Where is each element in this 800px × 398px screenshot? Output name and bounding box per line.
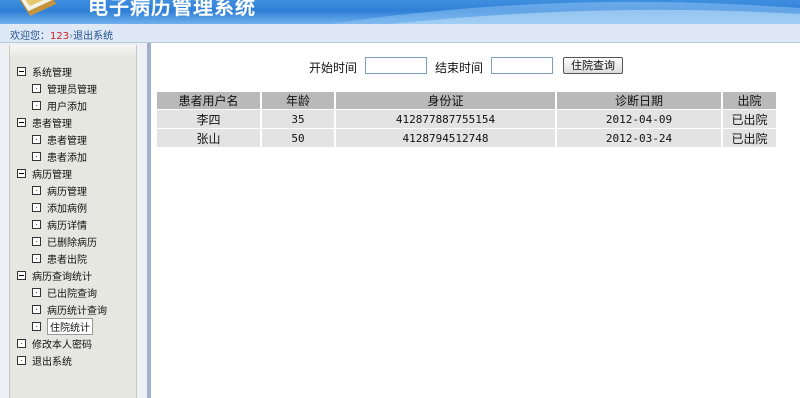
menu-item-label: 病历查询统计 <box>32 271 92 283</box>
leaf-icon <box>32 202 41 212</box>
sidebar-menu: 系统管理 管理员管理 用户添加 患者管理 患者管理 患者添加 病历管理 病历管理 添加病例 病历详… <box>9 45 137 398</box>
column-header-diagnosis-date: 诊断日期 <box>557 92 721 109</box>
logout-link[interactable]: 退出系统 <box>73 31 113 42</box>
cell-patient-name: 张山 <box>157 129 260 147</box>
menu-item[interactable]: 已出院查询 <box>32 284 97 300</box>
column-header-id-card: 身份证 <box>336 92 555 109</box>
collapse-icon[interactable] <box>17 117 26 127</box>
menu-item[interactable]: 患者出院 <box>32 250 87 266</box>
cell-diagnosis-date: 2012-04-09 <box>557 110 721 128</box>
leaf-icon <box>32 253 41 263</box>
pane-divider[interactable] <box>147 43 151 398</box>
menu-item-label: 患者出院 <box>47 254 87 266</box>
header-decoration <box>330 1 800 24</box>
menu-item-label: 病历管理 <box>47 186 87 198</box>
cell-diagnosis-date: 2012-03-24 <box>557 129 721 147</box>
leaf-icon <box>17 355 26 365</box>
menu-item-label: 病历统计查询 <box>47 305 107 317</box>
leaf-icon <box>32 304 41 314</box>
cell-age: 35 <box>262 110 334 128</box>
menu-item-label: 病历管理 <box>32 169 72 181</box>
sidebar: 系统管理 管理员管理 用户添加 患者管理 患者管理 患者添加 病历管理 病历管理 添加病例 病历详… <box>0 43 147 398</box>
menu-item[interactable]: 系统管理 <box>17 63 72 79</box>
menu-item[interactable]: 添加病例 <box>32 199 87 215</box>
cell-id-card: 412877887755154 <box>336 110 555 128</box>
menu-item-label: 患者添加 <box>47 152 87 164</box>
menu-item[interactable]: 病历统计查询 <box>32 301 107 317</box>
app-header: 电子病历管理系统 <box>0 0 800 24</box>
table-header-row: 患者用户名 年龄 身份证 诊断日期 出院 <box>157 92 776 109</box>
column-header-discharge: 出院 <box>723 92 776 109</box>
end-time-label: 结束时间 <box>435 61 484 75</box>
menu-item[interactable]: 用户添加 <box>32 97 87 113</box>
menu-top-strip <box>10 45 136 57</box>
menu-item[interactable]: 病历管理 <box>32 182 87 198</box>
menu-item-label: 患者管理 <box>32 118 72 130</box>
leaf-icon <box>32 83 41 93</box>
menu-item-label: 病历详情 <box>47 220 87 232</box>
menu-item-label: 管理员管理 <box>47 84 97 96</box>
menu-item[interactable]: 患者管理 <box>32 131 87 147</box>
table-row: 张山 50 4128794512748 2012-03-24 已出院 <box>157 129 776 147</box>
menu-item[interactable]: 修改本人密码 <box>17 335 92 351</box>
menu-item[interactable]: 患者管理 <box>17 114 72 130</box>
collapse-icon[interactable] <box>17 168 26 178</box>
menu-item-label: 已删除病历 <box>47 237 97 249</box>
column-header-patient-username: 患者用户名 <box>157 92 260 109</box>
leaf-icon <box>32 100 41 110</box>
start-time-label: 开始时间 <box>309 61 358 75</box>
menu-item-label: 修改本人密码 <box>32 339 92 351</box>
menu-item[interactable]: 管理员管理 <box>32 80 97 96</box>
menu-item-label: 退出系统 <box>32 356 72 368</box>
leaf-icon <box>32 236 41 246</box>
app-logo-icon <box>19 0 56 16</box>
cell-discharge-status: 已出院 <box>723 110 776 128</box>
leaf-icon <box>32 287 41 297</box>
menu-item-label: 用户添加 <box>47 101 87 113</box>
menu-item[interactable]: 病历查询统计 <box>17 267 92 283</box>
welcome-greeting: 欢迎您： <box>10 31 50 42</box>
leaf-icon <box>32 134 41 144</box>
menu-item-label: 系统管理 <box>32 67 72 79</box>
leaf-icon <box>32 151 41 161</box>
menu-item-label: 添加病例 <box>47 203 87 215</box>
leaf-icon <box>17 338 26 348</box>
cell-id-card: 4128794512748 <box>336 129 555 147</box>
table-row: 李四 35 412877887755154 2012-04-09 已出院 <box>157 110 776 128</box>
menu-item[interactable]: 住院统计 <box>32 317 93 335</box>
menu-item[interactable]: 患者添加 <box>32 148 87 164</box>
cell-age: 50 <box>262 129 334 147</box>
menu-item[interactable]: 病历详情 <box>32 216 87 232</box>
leaf-icon <box>32 185 41 195</box>
cell-patient-name: 李四 <box>157 110 260 128</box>
welcome-text: 欢迎您：123›退出系统 <box>10 27 113 42</box>
menu-item[interactable]: 病历管理 <box>17 165 72 181</box>
column-header-age: 年龄 <box>262 92 334 109</box>
menu-item[interactable]: 退出系统 <box>17 352 72 368</box>
collapse-icon[interactable] <box>17 66 26 76</box>
menu-item[interactable]: 已删除病历 <box>32 233 97 249</box>
end-time-input[interactable] <box>491 57 553 74</box>
cell-discharge-status: 已出院 <box>723 129 776 147</box>
menu-item-label: 患者管理 <box>47 135 87 147</box>
leaf-icon <box>32 219 41 229</box>
results-table: 患者用户名 年龄 身份证 诊断日期 出院 李四 35 4128778877551… <box>155 91 778 148</box>
hospitalization-query-button[interactable]: 住院查询 <box>563 57 623 74</box>
menu-item-label: 住院统计 <box>47 317 93 335</box>
start-time-input[interactable] <box>365 57 427 74</box>
menu-item-label: 已出院查询 <box>47 288 97 300</box>
welcome-username: 123 <box>50 31 70 42</box>
collapse-icon[interactable] <box>17 270 26 280</box>
welcome-bar: 欢迎您：123›退出系统 <box>0 24 800 43</box>
leaf-icon <box>32 321 41 331</box>
app-title: 电子病历管理系统 <box>88 0 256 19</box>
